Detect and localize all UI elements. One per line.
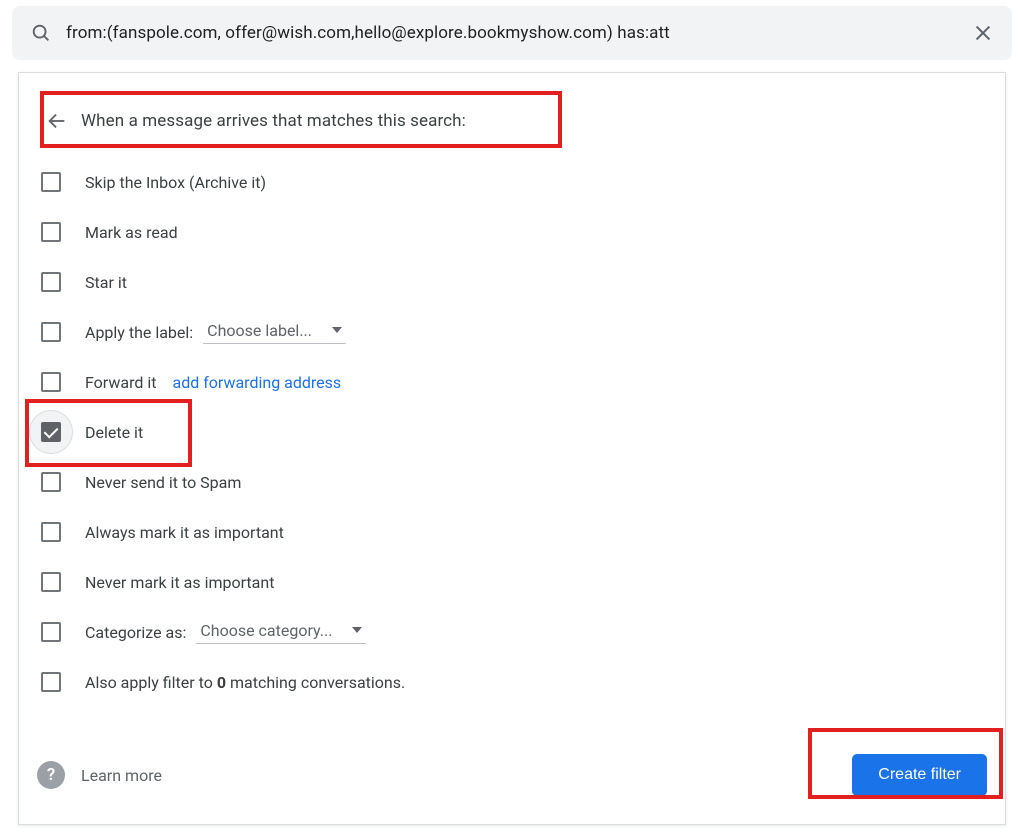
checkbox-apply-label[interactable]	[41, 322, 61, 342]
label-mark-read: Mark as read	[85, 223, 178, 242]
select-choose-category-text: Choose category...	[200, 621, 332, 640]
option-mark-read: Mark as read	[37, 207, 987, 257]
panel-footer: ? Learn more Create filter	[37, 754, 987, 796]
link-add-forwarding[interactable]: add forwarding address	[172, 373, 341, 392]
checkbox-mark-read[interactable]	[41, 222, 61, 242]
panel-title: When a message arrives that matches this…	[81, 111, 466, 131]
option-never-important: Never mark it as important	[37, 557, 987, 607]
search-input[interactable]: from:(fanspole.com, offer@wish.com,hello…	[66, 23, 958, 43]
option-also-apply: Also apply filter to 0 matching conversa…	[37, 657, 987, 707]
checkbox-also-apply[interactable]	[41, 672, 61, 692]
filter-options: Skip the Inbox (Archive it) Mark as read…	[19, 157, 1005, 707]
select-choose-label-text: Choose label...	[207, 321, 312, 340]
checkbox-forward[interactable]	[41, 372, 61, 392]
checkbox-star[interactable]	[41, 272, 61, 292]
also-apply-prefix: Also apply filter to	[85, 673, 217, 692]
checkbox-never-important[interactable]	[41, 572, 61, 592]
option-skip-inbox: Skip the Inbox (Archive it)	[37, 157, 987, 207]
option-never-spam: Never send it to Spam	[37, 457, 987, 507]
option-always-important: Always mark it as important	[37, 507, 987, 557]
option-apply-label: Apply the label: Choose label...	[37, 307, 987, 357]
clear-search-icon[interactable]	[968, 18, 998, 48]
checkbox-delete[interactable]	[41, 422, 61, 442]
panel-header: When a message arrives that matches this…	[19, 73, 1005, 157]
select-choose-category[interactable]: Choose category...	[196, 621, 366, 644]
option-star: Star it	[37, 257, 987, 307]
checkbox-skip-inbox[interactable]	[41, 172, 61, 192]
help-icon[interactable]: ?	[37, 761, 65, 789]
also-apply-suffix: matching conversations.	[226, 673, 405, 692]
label-never-important: Never mark it as important	[85, 573, 274, 592]
label-skip-inbox: Skip the Inbox (Archive it)	[85, 173, 266, 192]
search-bar: from:(fanspole.com, offer@wish.com,hello…	[12, 6, 1012, 60]
label-also-apply: Also apply filter to 0 matching conversa…	[85, 673, 405, 692]
option-forward: Forward it add forwarding address	[37, 357, 987, 407]
option-delete: Delete it	[37, 407, 987, 457]
label-always-important: Always mark it as important	[85, 523, 284, 542]
checkbox-categorize[interactable]	[41, 622, 61, 642]
also-apply-count: 0	[217, 673, 226, 692]
label-forward: Forward it	[85, 373, 156, 392]
filter-actions-panel: When a message arrives that matches this…	[18, 72, 1006, 825]
checkbox-always-important[interactable]	[41, 522, 61, 542]
select-choose-label[interactable]: Choose label...	[203, 321, 346, 344]
label-star: Star it	[85, 273, 127, 292]
create-filter-button[interactable]: Create filter	[852, 754, 987, 796]
option-categorize: Categorize as: Choose category...	[37, 607, 987, 657]
search-icon[interactable]	[26, 18, 56, 48]
label-delete: Delete it	[85, 423, 143, 442]
caret-down-icon	[332, 327, 342, 333]
back-arrow-icon[interactable]	[37, 101, 77, 141]
caret-down-icon	[352, 627, 362, 633]
label-apply-label: Apply the label:	[85, 323, 193, 342]
checkbox-delete-halo	[29, 410, 73, 454]
label-categorize: Categorize as:	[85, 623, 186, 642]
label-never-spam: Never send it to Spam	[85, 473, 241, 492]
checkbox-never-spam[interactable]	[41, 472, 61, 492]
learn-more-link[interactable]: Learn more	[81, 766, 162, 785]
